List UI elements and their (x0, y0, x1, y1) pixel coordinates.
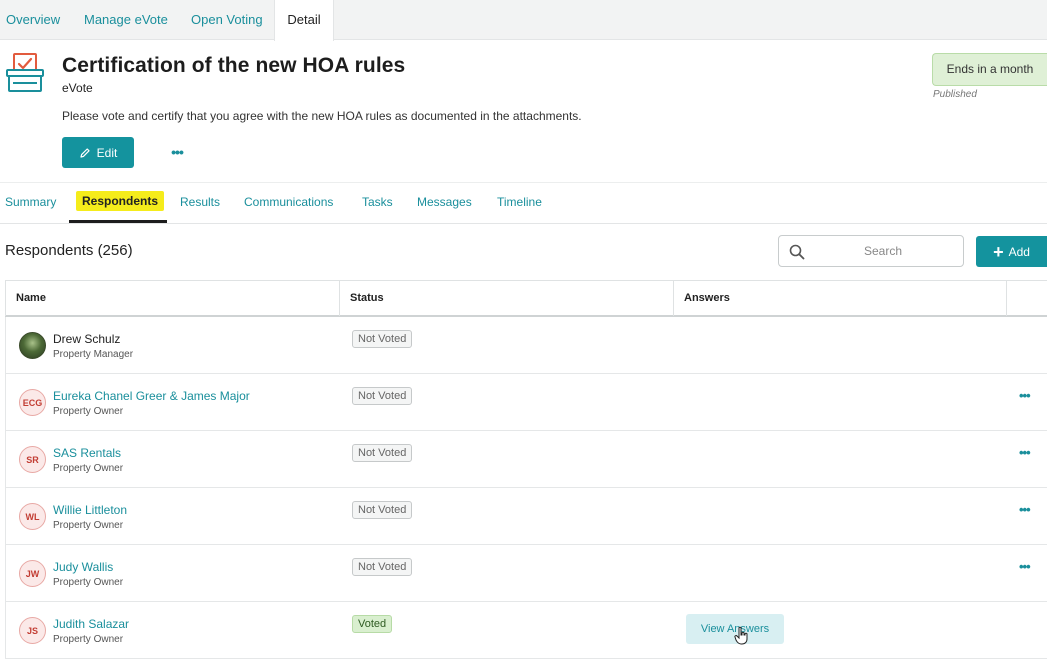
respondent-name-link[interactable]: Willie Littleton (53, 503, 127, 517)
avatar: SR (19, 446, 46, 473)
row-more-button[interactable]: ••• (1019, 445, 1031, 460)
status-badge: Not Voted (352, 387, 413, 405)
avatar: ECG (19, 389, 46, 416)
respondent-role: Property Owner (53, 463, 124, 474)
table-row: ECG Eureka Chanel Greer & James Major Pr… (5, 374, 1047, 431)
search-icon (789, 244, 805, 260)
tab-overview[interactable]: Overview (6, 0, 60, 40)
respondents-heading: Respondents (256) (5, 242, 133, 259)
search-box[interactable] (778, 235, 964, 267)
respondent-role: Property Owner (53, 520, 124, 531)
status-badge: Not Voted (352, 501, 413, 519)
tab-detail[interactable]: Detail (274, 0, 334, 41)
status-badge: Voted (352, 615, 393, 633)
table-header: Name Status Answers (5, 280, 1047, 317)
respondent-name-link[interactable]: Judith Salazar (53, 617, 129, 631)
respondent-role: Property Manager (53, 349, 134, 360)
respondent-role: Property Owner (53, 634, 124, 645)
row-more-button[interactable]: ••• (1019, 388, 1031, 403)
page-title: Certification of the new HOA rules (62, 54, 406, 77)
tab-respondents[interactable]: Respondents (76, 191, 165, 211)
add-button-label: Add (1008, 244, 1030, 259)
table-row: Drew Schulz Property Manager Not Voted (5, 317, 1047, 374)
status-badge: Not Voted (352, 558, 413, 576)
tab-results[interactable]: Results (180, 195, 220, 209)
page-subtitle: eVote (62, 81, 93, 95)
edit-button-label: Edit (96, 145, 118, 160)
hand-cursor-icon (734, 626, 748, 645)
column-header-name[interactable]: Name (5, 281, 339, 316)
tab-manage-evote[interactable]: Manage eVote (84, 0, 168, 40)
avatar: JW (19, 560, 46, 587)
table-row: WL Willie Littleton Property Owner Not V… (5, 488, 1047, 545)
column-header-status[interactable]: Status (339, 281, 673, 316)
respondent-name-link[interactable]: Eureka Chanel Greer & James Major (53, 389, 250, 403)
row-more-button[interactable]: ••• (1019, 559, 1031, 574)
pencil-icon (80, 147, 90, 158)
publish-status: Published (933, 89, 977, 100)
active-tab-underline (69, 220, 167, 223)
respondent-name-link[interactable]: Judy Wallis (53, 560, 113, 574)
avatar: JS (19, 617, 46, 644)
tab-messages[interactable]: Messages (417, 195, 472, 209)
status-badge: Ends in a month (932, 53, 1047, 86)
plus-icon: + (993, 241, 1004, 262)
row-more-button[interactable]: ••• (1019, 502, 1031, 517)
ballot-box-icon (6, 53, 44, 92)
respondent-role: Property Owner (53, 406, 124, 417)
more-actions-button[interactable]: ••• (166, 142, 188, 162)
avatar: WL (19, 503, 46, 530)
respondent-name: Drew Schulz (53, 332, 121, 346)
status-badge: Not Voted (352, 444, 413, 462)
tab-communications[interactable]: Communications (244, 195, 333, 209)
tab-summary[interactable]: Summary (5, 195, 56, 209)
section-tab-bar: Summary Respondents Results Communicatio… (0, 182, 1047, 224)
column-header-answers[interactable]: Answers (673, 281, 1006, 316)
edit-button[interactable]: Edit (62, 137, 134, 168)
search-input[interactable] (813, 242, 953, 260)
top-tab-bar: Overview Manage eVote Open Voting Detail (0, 0, 1047, 41)
add-respondent-button[interactable]: + Add (976, 236, 1047, 267)
table-row: JW Judy Wallis Property Owner Not Voted … (5, 545, 1047, 602)
table-row: SR SAS Rentals Property Owner Not Voted … (5, 431, 1047, 488)
page-description: Please vote and certify that you agree w… (62, 109, 582, 123)
respondent-name-link[interactable]: SAS Rentals (53, 446, 121, 460)
tab-tasks[interactable]: Tasks (362, 195, 393, 209)
column-header-actions (1006, 281, 1047, 316)
tab-open-voting[interactable]: Open Voting (191, 0, 263, 40)
tab-timeline[interactable]: Timeline (497, 195, 542, 209)
avatar (19, 332, 46, 359)
respondent-role: Property Owner (53, 577, 124, 588)
status-badge: Not Voted (352, 330, 413, 348)
table-row: JS Judith Salazar Property Owner Voted V… (5, 602, 1047, 659)
